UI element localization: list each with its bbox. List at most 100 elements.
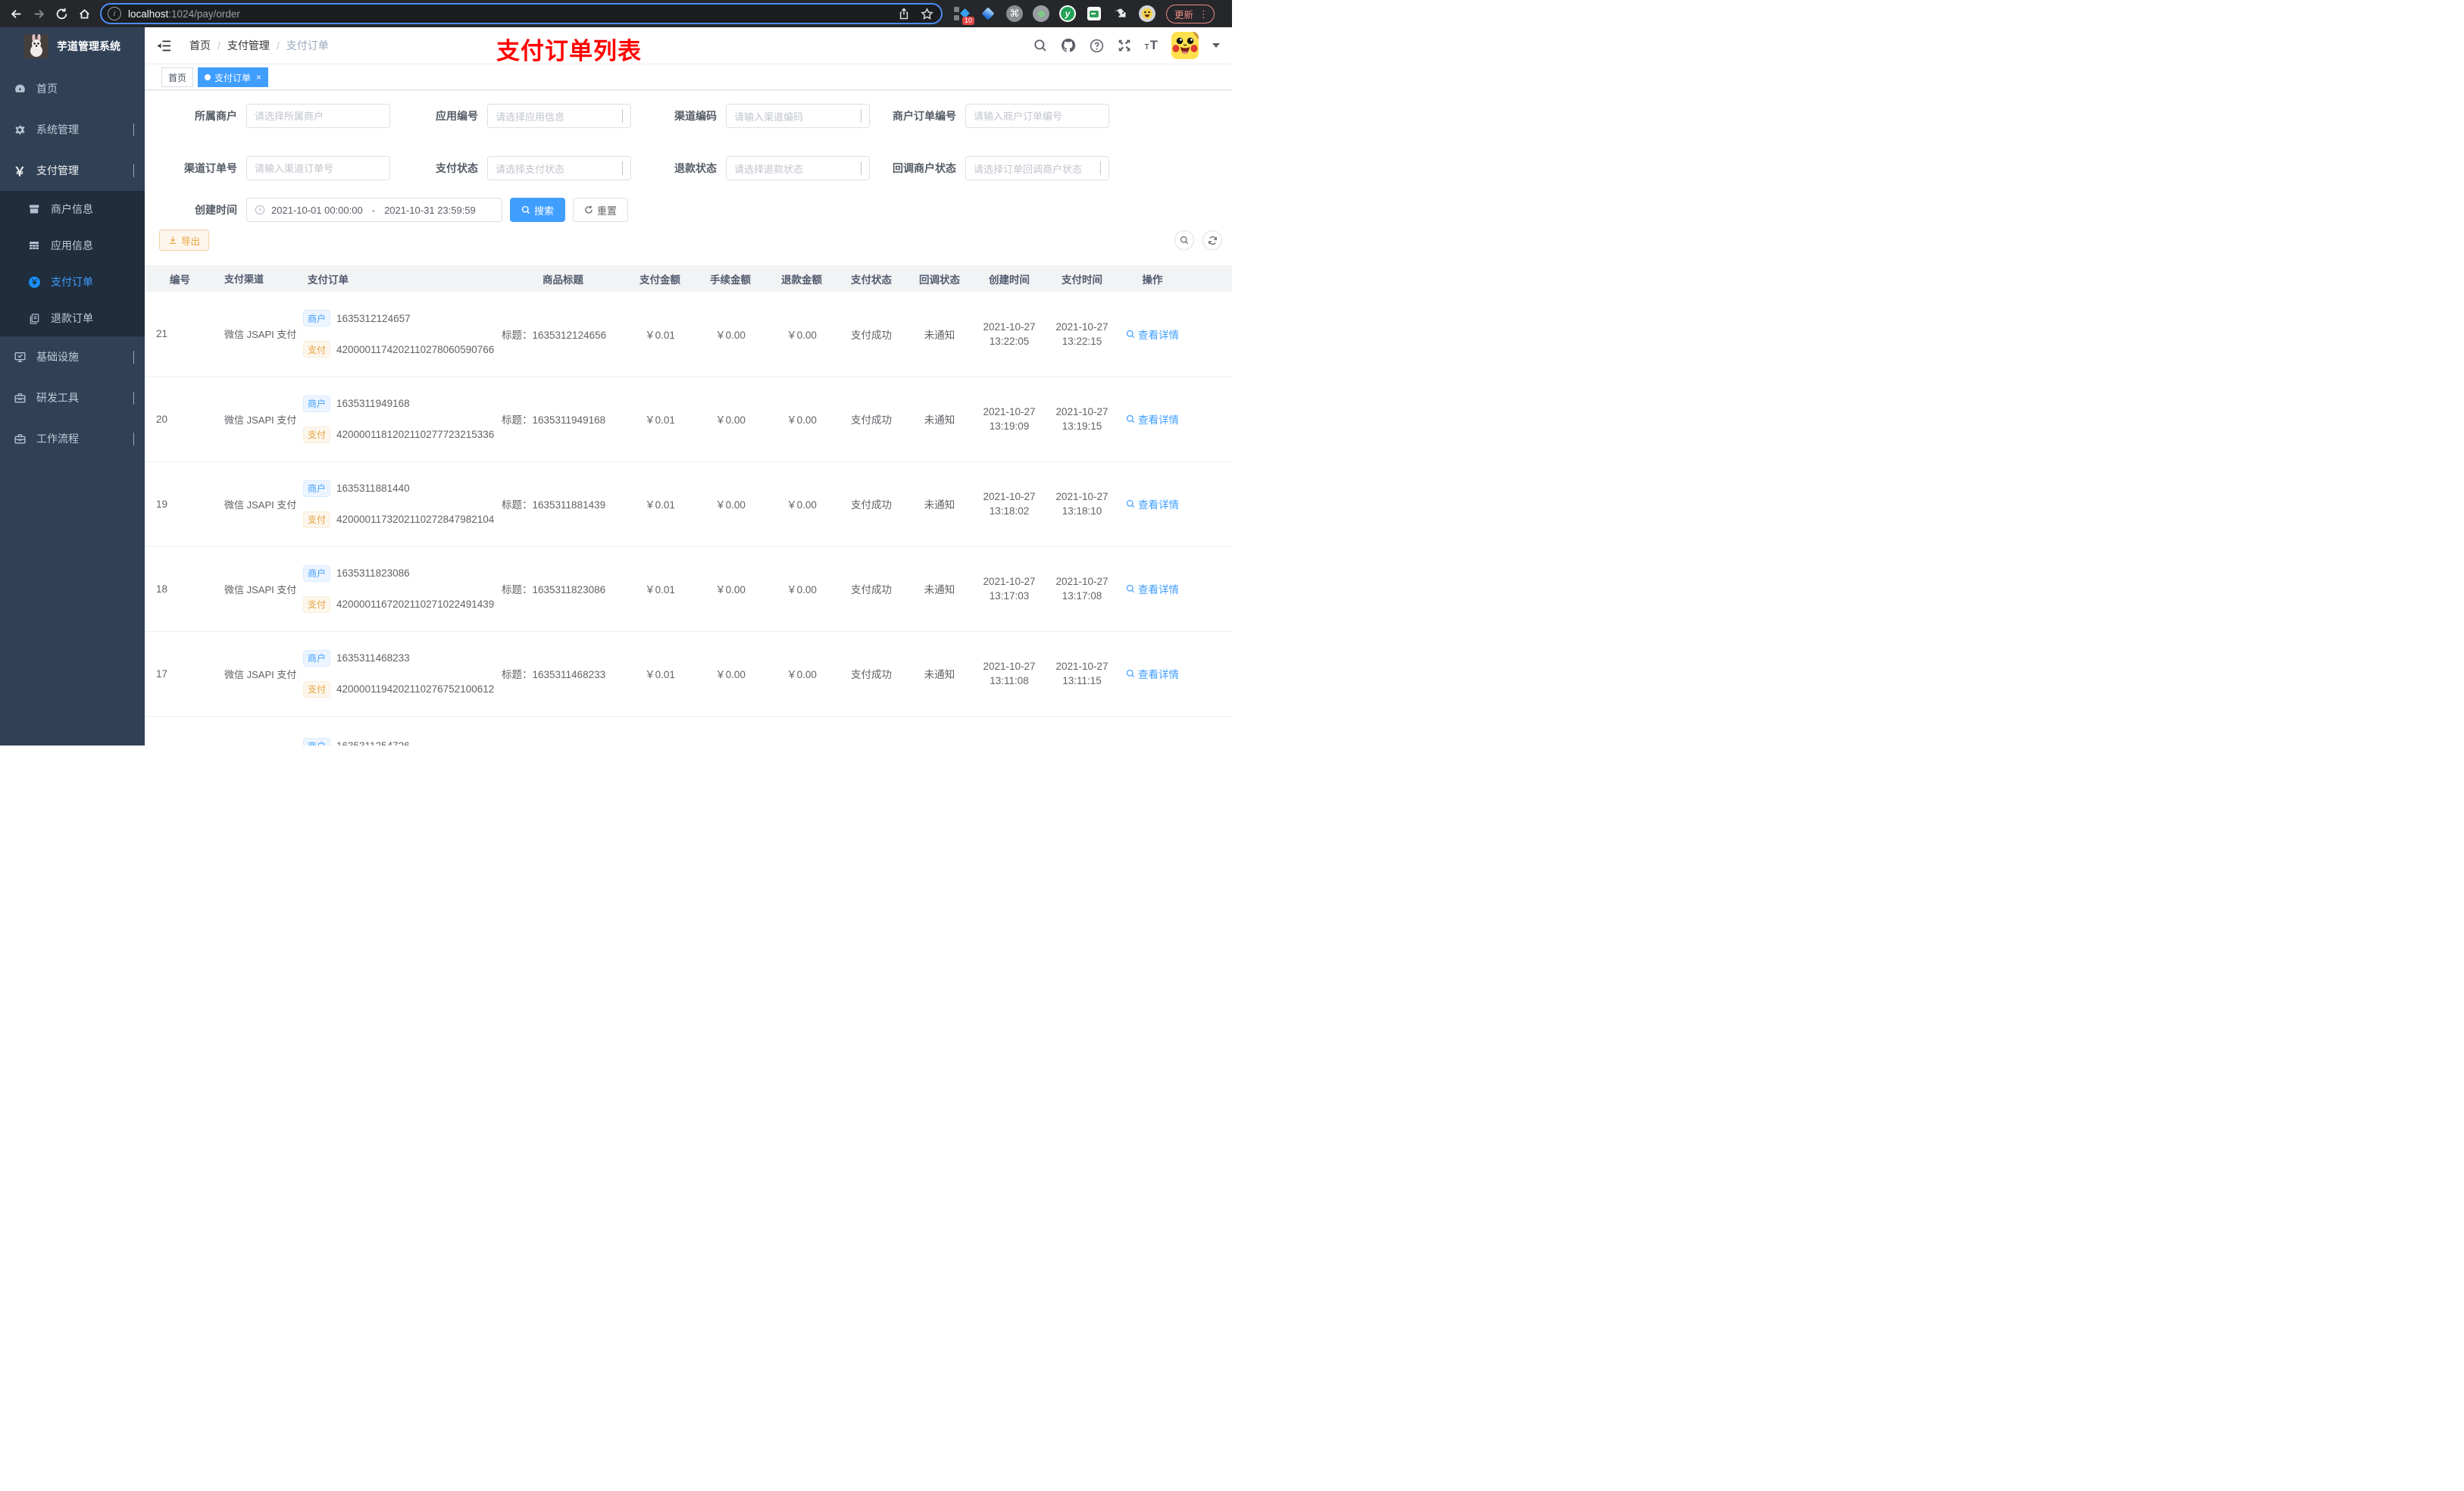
- sidebar-item-system[interactable]: 系统管理: [0, 109, 145, 150]
- logo-image: [24, 34, 48, 58]
- pay-status-select[interactable]: 请选择支付状态: [487, 156, 631, 180]
- avatar-caret-icon[interactable]: [1212, 43, 1220, 48]
- yen-icon: ￥: [13, 166, 26, 179]
- tab-home[interactable]: 首页: [161, 67, 194, 87]
- extension-y-icon[interactable]: y: [1059, 5, 1076, 22]
- export-button-label: 导出: [181, 236, 201, 247]
- pay-order-no: 4200001194202110276752100612: [336, 683, 495, 695]
- browser-update-button[interactable]: 更新 ⋮: [1166, 4, 1215, 23]
- channel-order-no-field[interactable]: [246, 156, 390, 180]
- sidebar-item-app-info[interactable]: 应用信息: [0, 227, 145, 264]
- update-label: 更新: [1174, 9, 1194, 20]
- table-grid-icon: [27, 239, 41, 252]
- browser-reload-icon[interactable]: [50, 2, 73, 25]
- pay-tag: 支付: [303, 680, 331, 698]
- github-icon[interactable]: [1061, 38, 1076, 53]
- browser-forward-icon[interactable]: [27, 2, 50, 25]
- merchant-tag: 商户: [303, 395, 331, 412]
- pay-status: 支付成功: [836, 631, 906, 717]
- browser-toolbar: i localhost:1024/pay/order 10 ⌘ y 更新 ⋮: [0, 0, 1232, 27]
- close-icon[interactable]: ×: [256, 72, 261, 83]
- merchant-order-no-input[interactable]: [974, 110, 1101, 122]
- view-detail-label: 查看详情: [1138, 414, 1179, 426]
- pay-channel: 微信 JSAPI 支付: [213, 292, 300, 377]
- extensions-puzzle-icon[interactable]: [1112, 5, 1129, 22]
- avatar[interactable]: [1171, 32, 1199, 59]
- chevron-down-icon: [133, 123, 134, 136]
- filter-label: 商户订单编号: [893, 110, 956, 122]
- address-bar[interactable]: i localhost:1024/pay/order: [100, 3, 943, 24]
- sidebar-item-dev-tools[interactable]: 研发工具: [0, 377, 145, 418]
- extension-icons: 10 ⌘ y: [953, 5, 1155, 25]
- pay-order-no: 4200001167202110271022491439: [336, 599, 495, 610]
- browser-back-icon[interactable]: [5, 2, 27, 25]
- pay-tag: 支付: [303, 511, 331, 528]
- table-header: 编号 支付渠道 支付订单 商品标题 支付金额 手续金额 退款金额 支付状态 回调…: [145, 265, 1232, 292]
- notify-status-select[interactable]: 请选择订单回调商户状态: [965, 156, 1109, 180]
- app-select[interactable]: 请选择应用信息: [487, 104, 631, 128]
- range-separator: -: [371, 204, 376, 216]
- search-button[interactable]: 搜索: [510, 198, 566, 222]
- extension-record-icon[interactable]: [1033, 5, 1049, 22]
- sidebar-item-home[interactable]: 首页: [0, 68, 145, 109]
- bookmark-star-icon[interactable]: [921, 7, 933, 20]
- extension-command-icon[interactable]: ⌘: [1006, 5, 1023, 22]
- fullscreen-icon[interactable]: [1118, 39, 1131, 52]
- view-detail-link[interactable]: 查看详情: [1126, 496, 1179, 511]
- share-icon[interactable]: [898, 8, 910, 20]
- breadcrumb: 首页 / 支付管理 / 支付订单: [189, 38, 329, 53]
- refund-status-select[interactable]: 请选择退款状态: [726, 156, 870, 180]
- export-button[interactable]: 导出: [159, 230, 210, 251]
- sidebar-menu: 首页 系统管理 ￥ 支付管理 商户信息 应用信息 ￥ 支付订单 退款订单 基础设…: [0, 68, 145, 459]
- view-detail-link[interactable]: 查看详情: [1126, 411, 1179, 427]
- extension-gem-icon[interactable]: [980, 5, 996, 22]
- refund-amount: ￥0.00: [767, 631, 836, 717]
- site-info-icon[interactable]: i: [108, 7, 121, 20]
- channel-code-select[interactable]: 请输入渠道编码: [726, 104, 870, 128]
- help-icon[interactable]: [1090, 39, 1104, 53]
- notify-status: 未通知: [906, 546, 973, 632]
- toggle-search-button[interactable]: [1174, 230, 1194, 250]
- breadcrumb-separator: /: [276, 39, 280, 52]
- search-icon[interactable]: [1033, 39, 1047, 52]
- browser-menu-icon[interactable]: ⋮: [1199, 9, 1209, 19]
- sidebar-item-refund-order[interactable]: 退款订单: [0, 300, 145, 336]
- sidebar-item-pay-order[interactable]: ￥ 支付订单: [0, 264, 145, 300]
- chevron-down-icon: [133, 433, 134, 445]
- sidebar-item-label: 研发工具: [36, 392, 79, 404]
- merchant-input[interactable]: [255, 110, 382, 122]
- breadcrumb-home[interactable]: 首页: [189, 38, 211, 53]
- view-detail-link[interactable]: 查看详情: [1126, 666, 1179, 681]
- view-detail-link[interactable]: 查看详情: [1126, 581, 1179, 596]
- sidebar-item-infrastructure[interactable]: 基础设施: [0, 336, 145, 377]
- breadcrumb-separator: /: [217, 39, 220, 52]
- view-detail-link[interactable]: 查看详情: [1126, 327, 1179, 342]
- sidebar-item-payment[interactable]: ￥ 支付管理: [0, 150, 145, 191]
- tags-view-bar: 首页 支付订单 ×: [145, 64, 1232, 90]
- merchant-order-no-field[interactable]: [965, 104, 1109, 128]
- reset-button[interactable]: 重置: [573, 198, 629, 222]
- font-size-icon[interactable]: TT: [1145, 39, 1159, 52]
- column-header: 支付状态: [836, 265, 906, 292]
- column-header: 操作: [1118, 265, 1232, 292]
- extension-devtool-icon[interactable]: 10: [953, 5, 974, 25]
- create-time-range-picker[interactable]: 2021-10-01 00:00:00 - 2021-10-31 23:59:5…: [246, 198, 502, 222]
- tab-pay-order[interactable]: 支付订单 ×: [198, 67, 269, 87]
- browser-home-icon[interactable]: [73, 2, 95, 25]
- sidebar-collapse-icon[interactable]: [157, 40, 171, 52]
- merchant-select[interactable]: [246, 104, 390, 128]
- merchant-order-no: 1635312124657: [336, 312, 411, 324]
- pay-order-cell: 商户 1635311254726: [300, 716, 500, 746]
- extension-emoji-icon[interactable]: [1139, 5, 1155, 22]
- channel-order-no-input[interactable]: [255, 162, 382, 174]
- refresh-button[interactable]: [1202, 230, 1222, 250]
- pay-channel: 微信 JSAPI 支付: [213, 631, 300, 717]
- pay-order-cell: 商户 1635312124657 支付 4200001174202110278060…: [300, 292, 500, 377]
- svg-text:￥: ￥: [30, 279, 38, 287]
- table-row: 18 微信 JSAPI 支付 商户 1635311823086 支付 4200001…: [145, 546, 1232, 632]
- breadcrumb-payment[interactable]: 支付管理: [227, 38, 270, 53]
- sidebar-item-merchant-info[interactable]: 商户信息: [0, 191, 145, 227]
- sidebar-item-workflow[interactable]: 工作流程: [0, 418, 145, 459]
- sidebar-item-label: 退款订单: [51, 312, 93, 324]
- extension-chat-icon[interactable]: [1086, 5, 1102, 22]
